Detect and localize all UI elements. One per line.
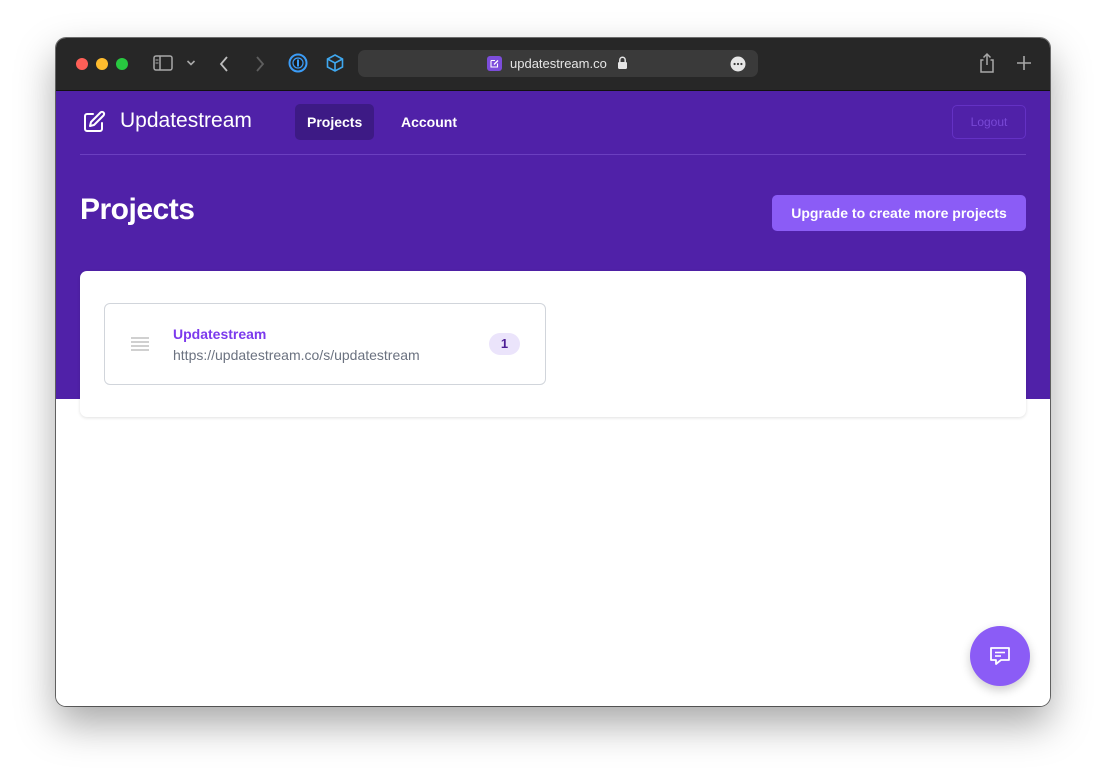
- browser-window: updatestream.co Updatestream Projects Ac…: [56, 38, 1050, 706]
- page-title: Projects: [80, 193, 195, 226]
- header-divider: [80, 154, 1026, 155]
- page: Updatestream Projects Account Logout Pro…: [56, 91, 1050, 706]
- browser-toolbar: updatestream.co: [56, 38, 1050, 91]
- brand-name[interactable]: Updatestream: [120, 109, 252, 133]
- chevron-down-icon[interactable]: [186, 59, 196, 67]
- site-favicon: [487, 56, 502, 71]
- close-window-button[interactable]: [76, 58, 88, 70]
- logout-button[interactable]: Logout: [952, 105, 1026, 139]
- sidebar-icon[interactable]: [153, 55, 173, 71]
- lock-icon: [618, 56, 627, 69]
- projects-card: Updatestream https://updatestream.co/s/u…: [80, 271, 1026, 417]
- chat-button[interactable]: [970, 626, 1030, 686]
- update-count-badge: 1: [489, 333, 520, 355]
- drag-handle-icon[interactable]: [131, 337, 149, 351]
- minimize-window-button[interactable]: [96, 58, 108, 70]
- new-tab-icon[interactable]: [1016, 55, 1032, 71]
- password-manager-icon[interactable]: [288, 53, 308, 73]
- back-icon[interactable]: [218, 55, 230, 73]
- project-name[interactable]: Updatestream: [173, 326, 266, 342]
- nav-projects[interactable]: Projects: [295, 104, 375, 140]
- project-item[interactable]: Updatestream https://updatestream.co/s/u…: [104, 303, 546, 385]
- forward-icon[interactable]: [254, 55, 266, 73]
- maximize-window-button[interactable]: [116, 58, 128, 70]
- cube-extension-icon[interactable]: [325, 53, 345, 73]
- address-bar[interactable]: updatestream.co: [358, 50, 758, 77]
- upgrade-button[interactable]: Upgrade to create more projects: [772, 195, 1026, 231]
- edit-icon: [84, 110, 106, 132]
- more-icon[interactable]: [730, 56, 746, 72]
- share-icon[interactable]: [978, 52, 996, 74]
- nav-account[interactable]: Account: [389, 104, 469, 140]
- url-text: updatestream.co: [510, 56, 607, 71]
- project-url: https://updatestream.co/s/updatestream: [173, 347, 420, 363]
- chat-icon: [990, 647, 1010, 665]
